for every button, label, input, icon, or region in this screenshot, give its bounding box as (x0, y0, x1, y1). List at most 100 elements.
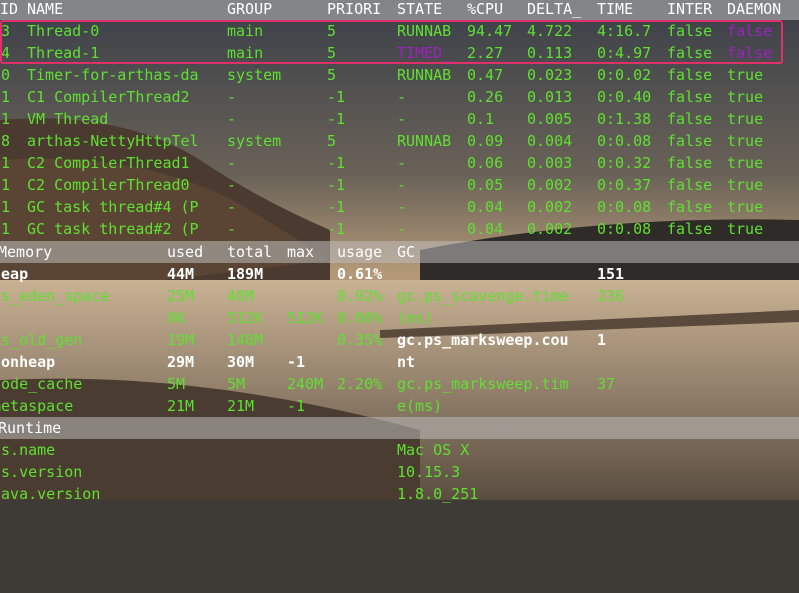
gc-title: GC (397, 243, 416, 261)
gc-name: nt (397, 353, 416, 371)
thread-time: 0:1.38 (597, 110, 652, 128)
memory-total: 21M (227, 397, 255, 415)
thread-time: 0:0.08 (597, 132, 652, 150)
thread-priority: -1 (327, 198, 346, 216)
thread-priority: -1 (327, 154, 346, 172)
memory-header: Memory used total max usage GC (0, 241, 799, 263)
thread-daemon: true (727, 88, 764, 106)
thread-row[interactable]: -1 VM Thread - -1 - 0.1 0.005 0:1.38 fal… (0, 108, 763, 130)
gc-name: gc.ps_marksweep.cou (397, 331, 569, 349)
thread-daemon: true (727, 110, 764, 128)
gc-name: e(ms) (397, 397, 443, 415)
col-usage-header: usage (337, 243, 383, 261)
thread-name: GC task thread#2 (P (27, 220, 199, 238)
col-max-header: max (287, 243, 315, 261)
memory-max: -1 (287, 397, 306, 415)
thread-group: - (227, 88, 237, 106)
thread-cpu: 0.09 (467, 132, 504, 150)
runtime-key: os.name (0, 441, 56, 459)
runtime-key: java.version (0, 485, 101, 503)
thread-delta: 0.013 (527, 88, 573, 106)
thread-id: 30 (0, 66, 11, 84)
memory-title: Memory (0, 243, 53, 261)
col-group-header: GROUP (227, 0, 273, 18)
thread-interrupted: false (667, 110, 713, 128)
memory-used: 5M (167, 375, 186, 393)
runtime-key: os.version (0, 463, 83, 481)
thread-priority: -1 (327, 220, 346, 238)
col-id-header: ID (0, 0, 19, 18)
thread-name: C2 CompilerThread0 (27, 176, 190, 194)
gc-value: 37 (597, 375, 616, 393)
runtime-row: java.version 1.8.0_251 (0, 483, 478, 505)
memory-total: 5M (227, 375, 246, 393)
thread-row[interactable]: -1 GC task thread#4 (P - -1 - 0.04 0.002… (0, 196, 763, 218)
thread-state: - (397, 220, 407, 238)
thread-cpu: 0.26 (467, 88, 504, 106)
col-used-header: used (167, 243, 204, 261)
thread-daemon: true (727, 132, 764, 150)
thread-row[interactable]: -1 C1 CompilerThread2 - -1 - 0.26 0.013 … (0, 86, 763, 108)
memory-row: heap 44M 189M 0.61% 151 (0, 263, 624, 285)
runtime-value: 10.15.3 (397, 463, 461, 481)
thread-row[interactable]: -1 GC task thread#2 (P - -1 - 0.04 0.002… (0, 218, 763, 240)
thread-time: 0:0.08 (597, 220, 652, 238)
thread-name: GC task thread#4 (P (27, 198, 199, 216)
thread-id: -1 (0, 110, 11, 128)
thread-state: - (397, 176, 407, 194)
thread-daemon: true (727, 198, 764, 216)
thread-state: - (397, 198, 407, 216)
thread-group: system (227, 66, 282, 84)
thread-group: system (227, 132, 282, 150)
memory-usage: 0.92% (337, 287, 383, 305)
thread-id: -1 (0, 154, 11, 172)
thread-daemon: true (727, 176, 764, 194)
memory-row: ps_eden_space 25M 40M 0.92% gc.ps_scaven… (0, 285, 624, 307)
col-interrupted-header: INTER (667, 0, 713, 18)
thread-id: -1 (0, 88, 11, 106)
thread-time: 0:0.40 (597, 88, 652, 106)
thread-row[interactable]: -1 C2 CompilerThread1 - -1 - 0.06 0.003 … (0, 152, 763, 174)
thread-time: 0:0.32 (597, 154, 652, 172)
thread-state: - (397, 154, 407, 172)
thread-cpu: 0.04 (467, 220, 504, 238)
memory-max: 240M (287, 375, 324, 393)
col-delta-header: DELTA_ (527, 0, 582, 18)
gc-value: 1 (597, 331, 607, 349)
gc-value: 151 (597, 265, 625, 283)
col-priority-header: PRIORI (327, 0, 382, 18)
thread-row[interactable]: 28 arthas-NettyHttpTel system 5 RUNNAB 0… (0, 130, 763, 152)
thread-id: 28 (0, 132, 11, 150)
thread-delta: 0.004 (527, 132, 573, 150)
thread-cpu: 0.1 (467, 110, 495, 128)
thread-interrupted: false (667, 88, 713, 106)
memory-used: 0K (167, 309, 186, 327)
memory-usage: 0.00% (337, 309, 383, 327)
runtime-row: os.version 10.15.3 (0, 461, 460, 483)
thread-cpu: 0.05 (467, 176, 504, 194)
thread-state: RUNNAB (397, 132, 452, 150)
col-total-header: total (227, 243, 273, 261)
gc-value: 236 (597, 287, 625, 305)
thread-interrupted: false (667, 66, 713, 84)
runtime-header: Runtime (0, 417, 799, 439)
thread-interrupted: false (667, 198, 713, 216)
memory-name: metaspace (0, 397, 74, 415)
thread-interrupted: false (667, 132, 713, 150)
thread-group: - (227, 220, 237, 238)
memory-row: nonheap 29M 30M -1 nt (0, 351, 415, 373)
thread-row[interactable]: -1 C2 CompilerThread0 - -1 - 0.05 0.002 … (0, 174, 763, 196)
thread-cpu: 0.04 (467, 198, 504, 216)
thread-row[interactable]: 30 Timer-for-arthas-da system 5 RUNNAB 0… (0, 64, 763, 86)
thread-time: 0:0.02 (597, 66, 652, 84)
thread-group: - (227, 154, 237, 172)
memory-used: 44M (167, 265, 195, 283)
col-time-header: TIME (597, 0, 634, 18)
thread-cpu: 0.06 (467, 154, 504, 172)
thread-priority: 5 (327, 132, 337, 150)
memory-max: -1 (287, 353, 306, 371)
thread-priority: -1 (327, 88, 346, 106)
thread-delta: 0.002 (527, 176, 573, 194)
thread-time: 0:0.08 (597, 198, 652, 216)
memory-name: ps_eden_space (0, 287, 110, 305)
